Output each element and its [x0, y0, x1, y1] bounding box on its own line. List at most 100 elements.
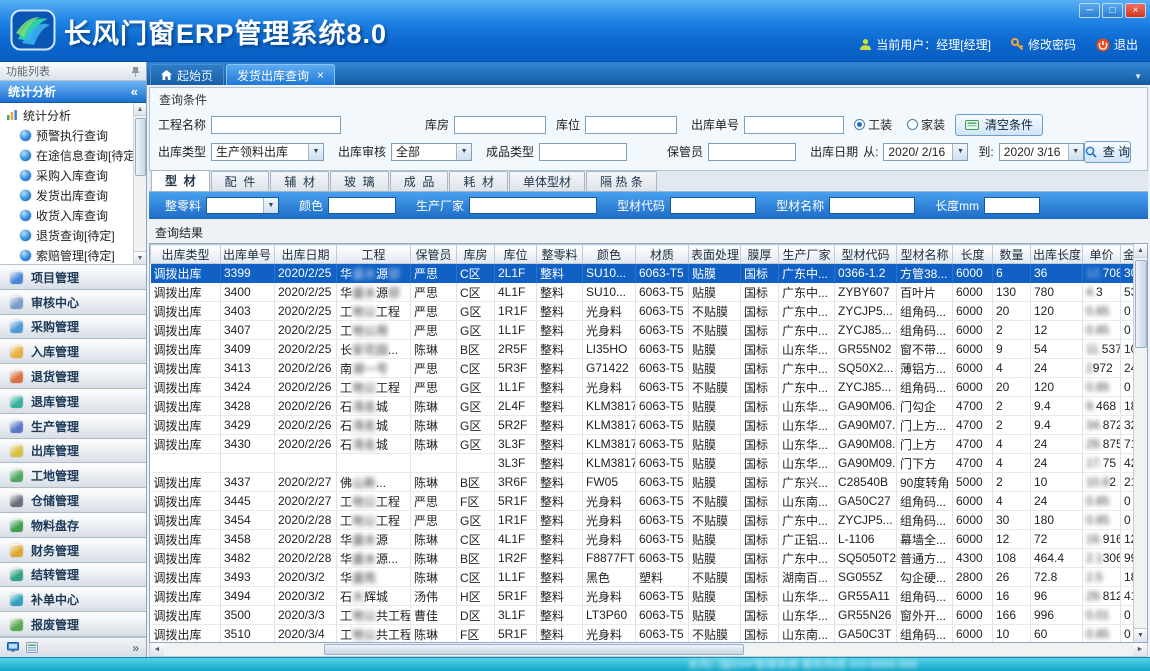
table-cell[interactable]: 华盛水源...: [337, 549, 411, 568]
column-header-7[interactable]: 库位: [495, 245, 537, 264]
table-cell[interactable]: 6063-T5: [636, 340, 689, 359]
table-cell[interactable]: 贴膜: [689, 454, 741, 473]
table-cell[interactable]: 30: [993, 511, 1031, 530]
table-cell[interactable]: FW05: [583, 473, 636, 492]
table-cell[interactable]: 130: [993, 283, 1031, 302]
table-cell[interactable]: 1R1F: [495, 511, 537, 530]
accordion-item-10[interactable]: 仓储管理: [0, 488, 146, 513]
table-cell[interactable]: 严思: [411, 321, 457, 340]
table-cell[interactable]: 5R1F: [495, 625, 537, 643]
tab-home[interactable]: 起始页: [150, 64, 224, 85]
table-cell[interactable]: 4: [993, 435, 1031, 454]
table-cell[interactable]: 4: [993, 492, 1031, 511]
vscroll-thumb[interactable]: [1135, 260, 1147, 348]
table-cell[interactable]: 60: [1031, 625, 1083, 643]
table-cell[interactable]: 2L4F: [495, 397, 537, 416]
column-header-14[interactable]: 型材代码: [835, 245, 897, 264]
table-cell[interactable]: 180: [1031, 511, 1083, 530]
table-cell[interactable]: 9.468: [1083, 397, 1121, 416]
table-cell[interactable]: 6000: [953, 283, 993, 302]
table-cell[interactable]: 3L3F: [495, 435, 537, 454]
table-cell[interactable]: 国标: [741, 473, 779, 492]
table-cell[interactable]: 1L1F: [495, 378, 537, 397]
table-cell[interactable]: 国标: [741, 568, 779, 587]
table-cell[interactable]: 96: [1031, 587, 1083, 606]
table-cell[interactable]: 贴膜: [689, 264, 741, 283]
table-cell[interactable]: KLM3817: [583, 454, 636, 473]
tree-scroll-thumb[interactable]: [135, 118, 146, 176]
table-cell[interactable]: 6000: [953, 587, 993, 606]
table-cell[interactable]: 6063-T5: [636, 549, 689, 568]
tab-shipping-outbound-query[interactable]: 发货出库查询 ×: [226, 64, 335, 85]
table-cell[interactable]: 贴膜: [689, 473, 741, 492]
table-cell[interactable]: 6063-T5: [636, 359, 689, 378]
table-cell[interactable]: 工地公共工程: [337, 625, 411, 643]
table-row[interactable]: 调拨出库34282020/2/26石湾名城陈琳G区2L4F整料KLM381760…: [151, 397, 1134, 416]
table-cell[interactable]: C区: [457, 283, 495, 302]
table-cell[interactable]: 广东中...: [779, 511, 835, 530]
table-row[interactable]: 调拨出库34092020/2/25长安花园...陈琳B区2R5F整料LI35HO…: [151, 340, 1134, 359]
table-cell[interactable]: 2020/2/26: [275, 378, 337, 397]
table-cell[interactable]: 108: [993, 549, 1031, 568]
column-header-18[interactable]: 出库长度: [1031, 245, 1083, 264]
table-cell[interactable]: 26: [993, 568, 1031, 587]
minimize-button[interactable]: ─: [1079, 3, 1100, 18]
table-cell[interactable]: 门勾企: [897, 397, 953, 416]
table-cell[interactable]: 调拨出库: [151, 321, 221, 340]
column-header-10[interactable]: 材质: [636, 245, 689, 264]
table-cell[interactable]: 2020/3/2: [275, 568, 337, 587]
table-cell[interactable]: 国标: [741, 511, 779, 530]
table-cell[interactable]: 工地公工程: [337, 378, 411, 397]
table-cell[interactable]: 门上方...: [897, 416, 953, 435]
table-cell[interactable]: 996: [1031, 606, 1083, 625]
table-cell[interactable]: 调拨出库: [151, 492, 221, 511]
search-button[interactable]: 查 询: [1084, 141, 1131, 163]
table-cell[interactable]: 整料: [537, 378, 583, 397]
table-cell[interactable]: 2020/2/25: [275, 283, 337, 302]
table-cell[interactable]: 6000: [953, 340, 993, 359]
table-cell[interactable]: KLM3817: [583, 435, 636, 454]
table-cell[interactable]: F8877FT: [583, 549, 636, 568]
profile-name-input[interactable]: [829, 197, 915, 214]
table-cell[interactable]: 5000: [953, 473, 993, 492]
tree-item-6[interactable]: 退货查询[待定]: [0, 225, 146, 245]
jiazhuang-radio[interactable]: [907, 119, 918, 130]
table-cell[interactable]: 光身料: [583, 625, 636, 643]
table-cell[interactable]: 国标: [741, 321, 779, 340]
table-cell[interactable]: 调拨出库: [151, 283, 221, 302]
table-cell[interactable]: 调拨出库: [151, 359, 221, 378]
table-cell[interactable]: 6063-T5: [636, 302, 689, 321]
table-cell[interactable]: [337, 454, 411, 473]
table-cell[interactable]: 0: [1121, 302, 1134, 321]
table-cell[interactable]: 24: [1031, 435, 1083, 454]
tree-item-4[interactable]: 发货出库查询: [0, 185, 146, 205]
table-cell[interactable]: 6063-T5: [636, 530, 689, 549]
table-cell[interactable]: G区: [457, 378, 495, 397]
table-cell[interactable]: 南湖一号: [337, 359, 411, 378]
table-cell[interactable]: 陈琳: [411, 530, 457, 549]
table-cell[interactable]: 不贴膜: [689, 302, 741, 321]
table-cell[interactable]: 光身料: [583, 530, 636, 549]
table-cell[interactable]: 2: [993, 321, 1031, 340]
table-cell[interactable]: ZYCJP5...: [835, 511, 897, 530]
table-row[interactable]: 调拨出库34132020/2/26南湖一号严思C区5R3F整料G71422606…: [151, 359, 1134, 378]
table-cell[interactable]: 6000: [953, 492, 993, 511]
table-cell[interactable]: 严思: [411, 378, 457, 397]
table-cell[interactable]: 华盛水源邸: [337, 283, 411, 302]
column-header-1[interactable]: 出库类型: [151, 245, 221, 264]
table-cell[interactable]: 90度转角: [897, 473, 953, 492]
table-cell[interactable]: 整料: [537, 549, 583, 568]
table-cell[interactable]: 国标: [741, 549, 779, 568]
table-cell[interactable]: 整料: [537, 302, 583, 321]
table-cell[interactable]: SQ50X2...: [835, 359, 897, 378]
table-cell[interactable]: 2020/3/4: [275, 625, 337, 643]
table-cell[interactable]: 组角码...: [897, 378, 953, 397]
table-cell[interactable]: 国标: [741, 283, 779, 302]
material-tab-4[interactable]: 玻 璃: [330, 171, 389, 191]
table-cell[interactable]: 山东南...: [779, 625, 835, 643]
table-cell[interactable]: 国标: [741, 359, 779, 378]
hscroll-right-icon[interactable]: ►: [1133, 643, 1147, 656]
table-row[interactable]: 调拨出库34032020/2/25工地公工程严思G区1R1F整料光身料6063-…: [151, 302, 1134, 321]
table-cell[interactable]: 2.5: [1083, 568, 1121, 587]
table-cell[interactable]: 11.537: [1083, 340, 1121, 359]
